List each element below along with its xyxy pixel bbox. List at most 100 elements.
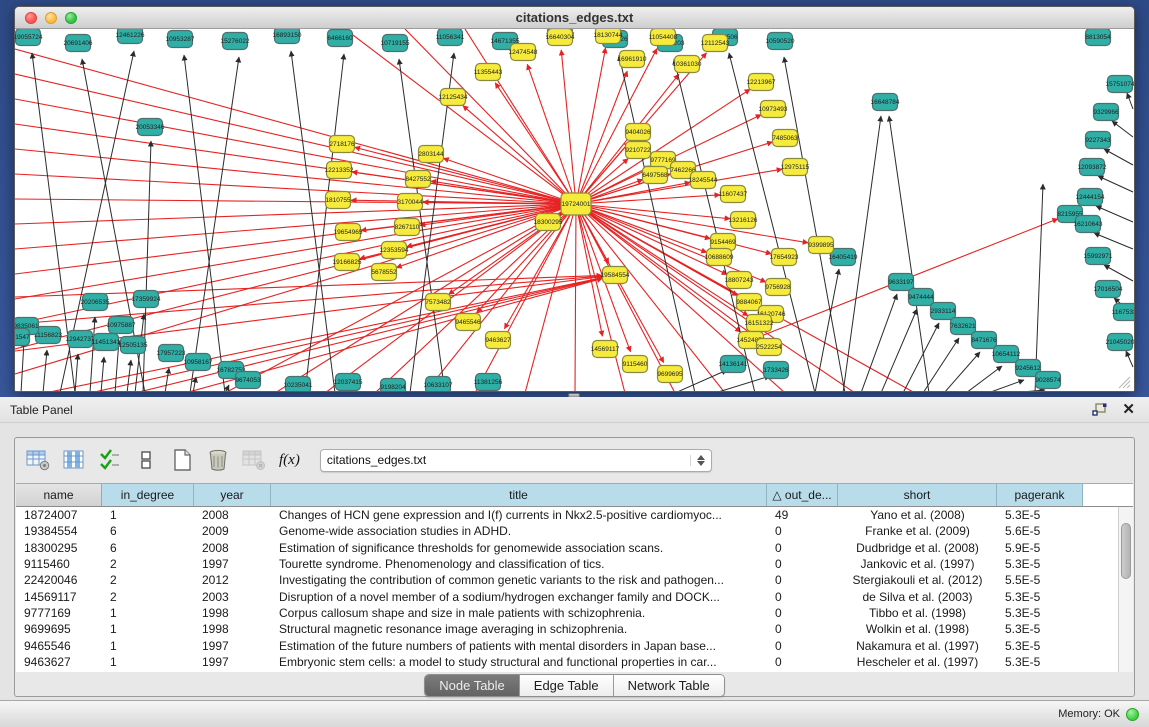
citation-edge-black[interactable] <box>190 57 239 392</box>
citation-edge-black[interactable] <box>1094 233 1133 249</box>
table-scrollbar[interactable] <box>1118 507 1133 672</box>
cell-pagerank[interactable]: 5.3E-5 <box>997 639 1083 653</box>
citation-edge-black[interactable] <box>988 380 1024 392</box>
graph-node[interactable]: 12037415 <box>334 374 363 391</box>
delete-trash-button[interactable] <box>203 445 233 475</box>
citation-edge-black[interactable] <box>715 376 770 392</box>
citation-edge-black[interactable] <box>966 366 1002 392</box>
citation-edge-black[interactable] <box>861 294 897 392</box>
graph-node-selected[interactable]: 12112543 <box>701 35 730 52</box>
graph-node-selected[interactable]: 10973493 <box>759 101 788 118</box>
graph-node-selected[interactable]: 9756928 <box>765 279 791 296</box>
column-header-out_de[interactable]: △ out_de... <box>767 484 838 506</box>
cell-short[interactable]: Jankovic et al. (1997) <box>838 557 997 571</box>
graph-node[interactable]: 10633107 <box>424 377 453 393</box>
citation-edge-black[interactable] <box>923 338 959 392</box>
graph-node-selected[interactable]: 5678552 <box>371 264 397 281</box>
graph-node-selected[interactable]: 18130744 <box>594 29 623 44</box>
cell-pagerank[interactable]: 5.3E-5 <box>997 622 1083 636</box>
citation-graph[interactable]: 1905572420691406124612261095328715276022… <box>15 29 1134 392</box>
graph-node[interactable]: 12505135 <box>119 337 148 354</box>
graph-node-selected[interactable]: 10361030 <box>673 56 702 73</box>
graph-node-selected[interactable]: 9115460 <box>623 356 648 373</box>
cell-in_degree[interactable]: 2 <box>102 590 194 604</box>
citation-edge-black[interactable] <box>1104 265 1133 281</box>
graph-node[interactable]: 17016504 <box>1094 281 1123 298</box>
column-header-year[interactable]: year <box>194 484 271 506</box>
graph-node[interactable]: 9329966 <box>1093 104 1119 121</box>
graph-node-selected[interactable]: 19584554 <box>601 267 630 284</box>
cell-year[interactable]: 1997 <box>194 557 271 571</box>
cell-year[interactable]: 1998 <box>194 606 271 620</box>
graph-node[interactable]: 6466160 <box>327 30 353 47</box>
cell-name[interactable]: 9777169 <box>16 606 102 620</box>
citation-edge-black[interactable] <box>1010 390 1045 392</box>
graph-node[interactable]: 20206535 <box>81 294 110 311</box>
tab-edge-table[interactable]: Edge Table <box>520 675 614 696</box>
citation-edge-red[interactable] <box>576 71 627 204</box>
cell-out_de[interactable]: 0 <box>767 524 838 538</box>
graph-node-selected[interactable]: 12975115 <box>781 159 810 176</box>
cell-name[interactable]: 9115460 <box>16 557 102 571</box>
graph-node-selected[interactable]: 11054408 <box>649 29 678 46</box>
graph-node-selected[interactable]: 18300295 <box>534 214 563 231</box>
graph-node-selected[interactable]: 2522254 <box>756 339 782 356</box>
graph-node-selected[interactable]: 8267110 <box>395 219 420 236</box>
graph-node[interactable]: 16893150 <box>273 29 302 44</box>
citation-edge-black[interactable] <box>43 350 47 392</box>
cell-short[interactable]: de Silva et al. (2003) <box>838 590 997 604</box>
show-columns-button[interactable] <box>59 445 89 475</box>
graph-node[interactable]: 9633197 <box>888 274 914 291</box>
cell-out_de[interactable]: 0 <box>767 590 838 604</box>
graph-node-selected[interactable]: 10688609 <box>705 249 734 266</box>
citation-edge-black[interactable] <box>90 317 95 392</box>
graph-node-selected[interactable]: 12213352 <box>325 162 354 179</box>
graph-node-selected[interactable]: 12474548 <box>509 44 538 61</box>
citation-edge-black[interactable] <box>143 141 151 392</box>
graph-node[interactable]: 9028574 <box>1035 372 1061 389</box>
graph-node[interactable]: 1733426 <box>763 362 789 379</box>
graph-node[interactable]: 12093872 <box>1078 159 1107 176</box>
cell-name[interactable]: 18300295 <box>16 541 102 555</box>
cell-title[interactable]: Tourette syndrome. Phenomenology and cla… <box>271 557 767 571</box>
graph-node[interactable]: 12461226 <box>116 29 145 44</box>
graph-node-selected[interactable]: 19166825 <box>333 254 362 271</box>
citation-edge-red[interactable] <box>575 204 576 392</box>
float-panel-icon[interactable] <box>1092 403 1108 417</box>
citation-edge-black[interactable] <box>1104 149 1133 165</box>
citation-edge-red[interactable] <box>576 204 741 332</box>
graph-node[interactable]: 10235041 <box>284 377 313 393</box>
cell-pagerank[interactable]: 5.3E-5 <box>997 508 1083 522</box>
graph-node-selected[interactable]: 2803144 <box>418 146 444 163</box>
cell-out_de[interactable]: 0 <box>767 655 838 669</box>
select-rows-button[interactable] <box>95 445 125 475</box>
graph-node-selected[interactable]: 7485063 <box>772 130 798 147</box>
column-header-name[interactable]: name <box>16 484 102 506</box>
graph-node[interactable]: 11056341 <box>436 29 465 46</box>
cell-in_degree[interactable]: 6 <box>102 524 194 538</box>
graph-node[interactable]: 17957223 <box>157 345 186 362</box>
graph-node[interactable]: 21045020 <box>1106 334 1134 351</box>
table-row[interactable]: 946554611997Estimation of the future num… <box>16 637 1118 653</box>
graph-node-selected[interactable]: 7573482 <box>425 294 451 311</box>
cell-short[interactable]: Yano et al. (2008) <box>838 508 997 522</box>
graph-node-selected[interactable]: 9210722 <box>625 142 651 159</box>
graph-node[interactable]: 10719155 <box>381 35 410 52</box>
graph-node[interactable]: 2933114 <box>931 303 956 320</box>
cell-short[interactable]: Hescheler et al. (1997) <box>838 655 997 669</box>
cell-year[interactable]: 2003 <box>194 590 271 604</box>
cell-name[interactable]: 9465546 <box>16 639 102 653</box>
cell-short[interactable]: Dudbridge et al. (2008) <box>838 541 997 555</box>
graph-node[interactable]: 9227343 <box>1085 132 1111 149</box>
graph-node-selected[interactable]: 12125434 <box>439 89 468 106</box>
tab-node-table[interactable]: Node Table <box>425 675 520 696</box>
cell-out_de[interactable]: 49 <box>767 508 838 522</box>
cell-out_de[interactable]: 0 <box>767 606 838 620</box>
cell-in_degree[interactable]: 2 <box>102 573 194 587</box>
new-document-button[interactable] <box>167 445 197 475</box>
table-scrollbar-thumb[interactable] <box>1121 523 1131 579</box>
graph-node[interactable]: 11451341 <box>92 334 121 351</box>
graph-node-selected[interactable]: 17654923 <box>770 249 799 266</box>
citation-edge-black[interactable] <box>101 357 104 392</box>
table-row[interactable]: 977716911998Corpus callosum shape and si… <box>16 605 1118 621</box>
